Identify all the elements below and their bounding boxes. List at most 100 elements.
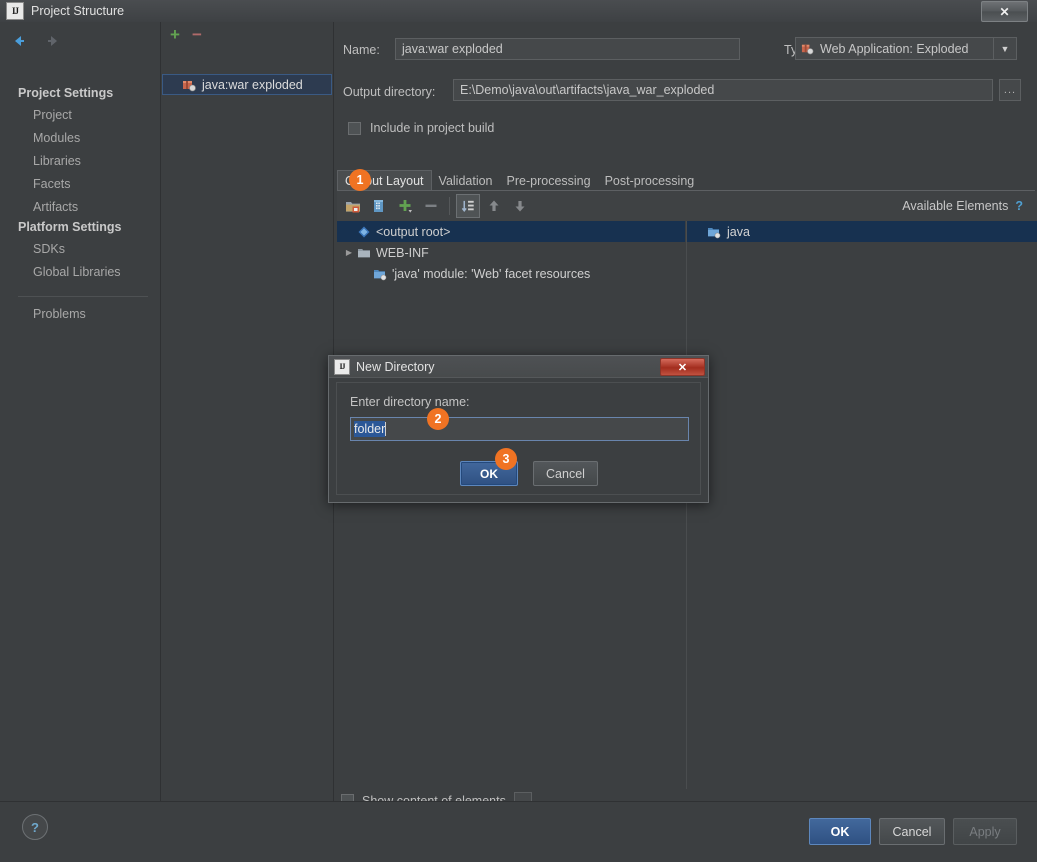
help-icon[interactable]: ? xyxy=(1015,199,1023,213)
navigation-buttons xyxy=(8,30,64,52)
chevron-down-icon[interactable]: ▼ xyxy=(993,38,1016,59)
include-in-project-build-label: Include in project build xyxy=(370,121,495,135)
new-directory-title-bar: IJ New Directory ✕ xyxy=(329,356,708,378)
output-layout-tree: <output root> ▶ WEB-INF 'java' module: '… xyxy=(337,221,685,789)
artifact-type-dropdown[interactable]: Web Application: Exploded ▼ xyxy=(795,37,1017,60)
tree-row-output-root[interactable]: <output root> xyxy=(337,221,685,242)
available-elements-tree: java xyxy=(686,221,1037,789)
move-down-icon xyxy=(515,201,525,212)
tab-pre-processing[interactable]: Pre-processing xyxy=(500,170,598,191)
settings-sidebar: Project Settings Project Modules Librari… xyxy=(0,22,161,801)
new-directory-content: Enter directory name: folder OK Cancel xyxy=(336,382,701,495)
arrow-right-icon xyxy=(48,36,57,46)
move-up-icon xyxy=(489,200,499,211)
artifact-list-item[interactable]: java:war exploded xyxy=(162,74,332,95)
available-element-item[interactable]: java xyxy=(687,221,1037,242)
new-directory-cancel-button[interactable]: Cancel xyxy=(533,461,598,486)
enter-directory-name-label: Enter directory name: xyxy=(350,395,470,409)
annotation-badge-2: 2 xyxy=(427,408,449,430)
artifacts-toolbar: + − xyxy=(161,22,342,47)
add-copy-of-icon xyxy=(399,200,412,213)
sidebar-group-platform-settings: Platform Settings xyxy=(18,220,122,234)
arrow-left-icon xyxy=(15,36,24,46)
ok-button[interactable]: OK xyxy=(809,818,871,845)
dialog-button-bar: ? OK Cancel Apply xyxy=(0,801,1037,862)
sidebar-item-sdks[interactable]: SDKs xyxy=(33,242,65,256)
annotation-badge-3: 3 xyxy=(495,448,517,470)
remove-element-button[interactable] xyxy=(419,194,443,218)
sidebar-item-facets[interactable]: Facets xyxy=(33,177,71,191)
facet-resources-icon xyxy=(373,267,387,281)
add-artifact-button[interactable]: + xyxy=(170,26,180,43)
new-directory-title: New Directory xyxy=(356,359,435,374)
available-element-label: java xyxy=(727,224,750,239)
help-button[interactable]: ? xyxy=(22,814,48,840)
window-close-button[interactable]: ✕ xyxy=(981,1,1028,22)
window-title-bar: IJ Project Structure ✕ xyxy=(0,0,1037,23)
project-structure-window: IJ Project Structure ✕ Project Settings … xyxy=(0,0,1037,862)
artifact-tabs: Output Layout Validation Pre-processing … xyxy=(337,169,1037,191)
folder-icon xyxy=(357,246,371,260)
sidebar-group-project-settings: Project Settings xyxy=(18,86,114,100)
remove-icon xyxy=(425,204,437,207)
text-caret xyxy=(385,422,387,436)
sidebar-divider xyxy=(18,296,148,297)
forward-button[interactable] xyxy=(42,30,64,52)
apply-button: Apply xyxy=(953,818,1017,845)
sort-icon xyxy=(461,200,474,212)
output-directory-input[interactable]: E:\Demo\java\out\artifacts\java_war_expl… xyxy=(453,79,993,101)
tree-row-facet-resources[interactable]: 'java' module: 'Web' facet resources xyxy=(337,263,685,284)
directory-name-input[interactable]: folder xyxy=(350,417,689,441)
output-layout-toolbar: Available Elements ? xyxy=(337,191,1037,221)
window-title: Project Structure xyxy=(31,4,125,18)
create-directory-button[interactable] xyxy=(341,194,365,218)
new-directory-dialog: IJ New Directory ✕ Enter directory name:… xyxy=(328,355,709,503)
tab-post-processing[interactable]: Post-processing xyxy=(598,170,702,191)
available-elements-header: Available Elements ? xyxy=(902,191,1023,221)
move-down-button[interactable] xyxy=(508,194,532,218)
output-directory-label: Output directory: xyxy=(343,85,436,99)
move-up-button[interactable] xyxy=(482,194,506,218)
annotation-badge-1: 1 xyxy=(349,169,371,191)
intellij-logo-icon: IJ xyxy=(334,358,350,375)
sidebar-item-project[interactable]: Project xyxy=(33,108,72,122)
tree-twisty-web-inf[interactable]: ▶ xyxy=(341,248,357,257)
output-directory-row: Output directory: xyxy=(343,85,435,99)
tab-validation[interactable]: Validation xyxy=(432,170,500,191)
tree-row-label: 'java' module: 'Web' facet resources xyxy=(392,266,591,281)
new-directory-close-button[interactable]: ✕ xyxy=(660,358,705,376)
create-archive-button[interactable] xyxy=(367,194,391,218)
sort-elements-button[interactable] xyxy=(456,194,480,218)
sidebar-item-global-libraries[interactable]: Global Libraries xyxy=(33,265,121,279)
web-application-icon xyxy=(801,42,814,55)
artifact-name-label: java:war exploded xyxy=(202,77,303,92)
output-root-icon xyxy=(357,225,371,239)
sidebar-item-problems[interactable]: Problems xyxy=(33,307,86,321)
include-in-project-build-row[interactable]: Include in project build xyxy=(348,121,494,135)
create-directory-icon xyxy=(346,202,360,213)
tree-row-label: <output root> xyxy=(376,224,451,239)
create-archive-icon xyxy=(374,200,383,212)
sidebar-item-modules[interactable]: Modules xyxy=(33,131,80,145)
toolbar-divider xyxy=(449,197,450,215)
intellij-logo-icon: IJ xyxy=(6,2,24,20)
war-exploded-icon xyxy=(182,78,196,92)
back-button[interactable] xyxy=(8,30,30,52)
remove-artifact-button[interactable]: − xyxy=(192,26,202,43)
tree-row-label: WEB-INF xyxy=(376,245,429,260)
module-folder-icon xyxy=(707,225,721,239)
name-row: Name: xyxy=(343,43,380,57)
cancel-button[interactable]: Cancel xyxy=(879,818,945,845)
include-in-project-build-checkbox[interactable] xyxy=(348,121,361,135)
sidebar-item-artifacts[interactable]: Artifacts xyxy=(33,200,78,214)
add-copy-of-button[interactable] xyxy=(393,194,417,218)
artifacts-list-panel: + − java:war exploded xyxy=(161,22,334,801)
artifact-type-value: Web Application: Exploded xyxy=(820,41,969,56)
browse-output-directory-button[interactable]: ... xyxy=(999,79,1021,101)
artifact-name-input[interactable]: java:war exploded xyxy=(395,38,740,60)
directory-name-value: folder xyxy=(354,421,386,437)
name-label: Name: xyxy=(343,43,380,57)
available-elements-label: Available Elements xyxy=(902,199,1009,213)
sidebar-item-libraries[interactable]: Libraries xyxy=(33,154,81,168)
tree-row-web-inf[interactable]: ▶ WEB-INF xyxy=(337,242,685,263)
